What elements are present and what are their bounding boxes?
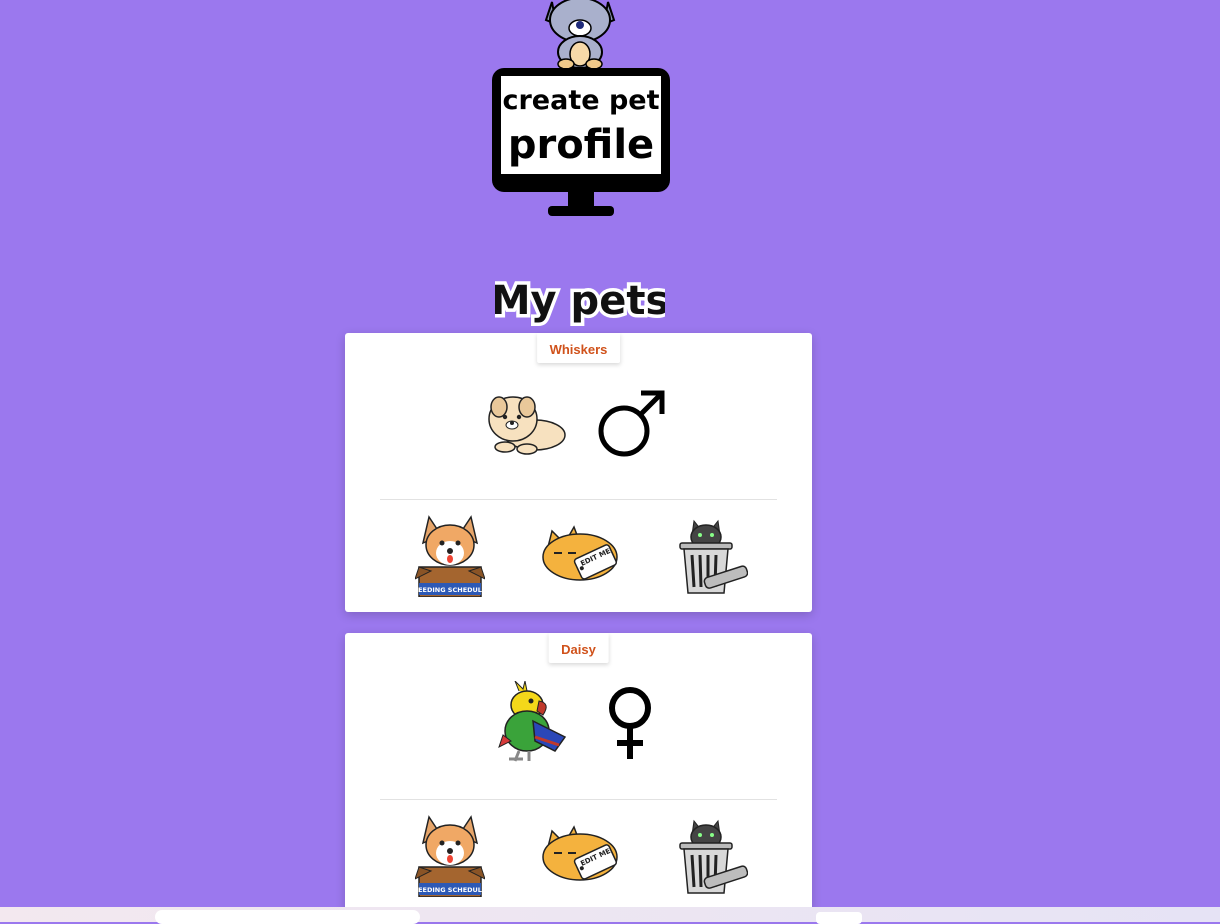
edit-me-cat-icon[interactable]: EDIT ME [540, 523, 618, 583]
female-icon [609, 687, 651, 759]
dog-icon [488, 396, 566, 455]
pet-name[interactable]: Daisy [548, 633, 609, 663]
feeding-schedule-icon[interactable]: FEEDING SCHEDULE [415, 813, 485, 897]
bottom-bar-button[interactable] [816, 912, 862, 924]
pet-card: Daisy FEEDING SCHEDULE EDIT ME [345, 633, 812, 912]
banner-line2: profile [508, 122, 654, 168]
male-icon [598, 390, 665, 457]
banner-line1: create pet [502, 85, 659, 116]
card-divider [380, 799, 777, 800]
pet-card: Whiskers FEEDING SCHEDULE EDIT ME [345, 333, 812, 612]
pet-name[interactable]: Whiskers [536, 333, 621, 363]
create-pet-profile-button[interactable]: create pet profile [490, 0, 672, 220]
trash-can-cat-icon[interactable] [678, 815, 748, 895]
edit-me-cat-icon[interactable]: EDIT ME [540, 823, 618, 883]
feeding-label: FEEDING SCHEDULE [415, 886, 485, 894]
my-pets-heading: My pets [487, 272, 673, 328]
feeding-label: FEEDING SCHEDULE [415, 586, 485, 594]
trash-can-cat-icon[interactable] [678, 515, 748, 595]
feeding-schedule-icon[interactable]: FEEDING SCHEDULE [415, 513, 485, 597]
my-pets-title: My pets [495, 278, 665, 324]
parrot-icon [498, 681, 567, 762]
card-divider [380, 499, 777, 500]
dog-on-monitor-icon: create pet profile [492, 0, 670, 216]
